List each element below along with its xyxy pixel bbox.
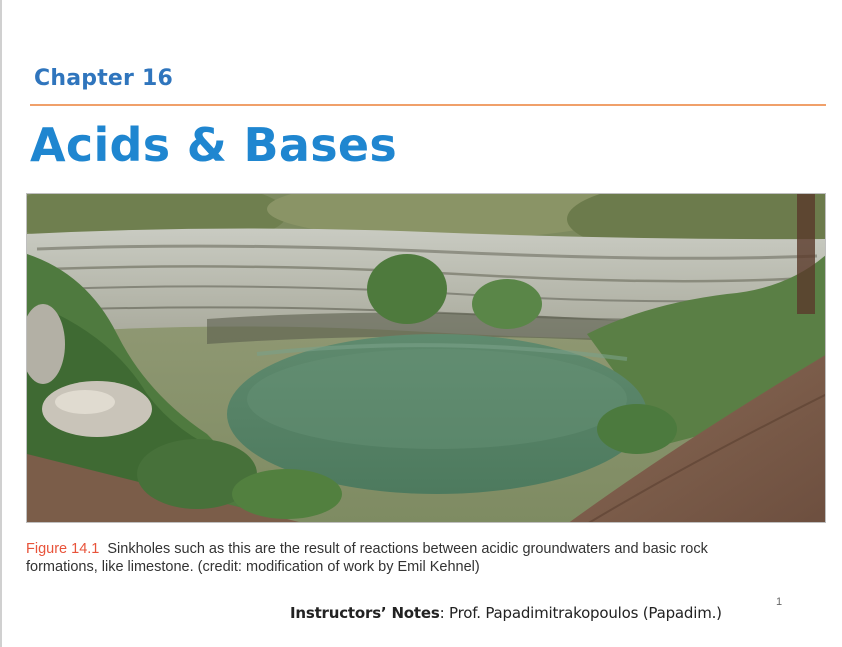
- sinkhole-photo: [26, 193, 826, 523]
- caption-line-2: formations, like limestone. (credit: mod…: [26, 559, 480, 575]
- page-number: 1: [776, 596, 783, 608]
- heading-divider: [30, 104, 826, 106]
- slide-title: Acids & Bases: [30, 118, 398, 172]
- figure-label: Figure 14.1: [26, 541, 100, 557]
- notes-label: Instructors’ Notes: [290, 604, 440, 622]
- notes-text: : Prof. Papadimitrakopoulos (Papadim.): [439, 604, 722, 622]
- figure-caption: Figure 14.1 Sinkholes such as this are th…: [26, 540, 816, 576]
- sinkhole-illustration: [27, 194, 825, 522]
- chapter-heading: Chapter 16: [34, 66, 173, 91]
- slide-edge: [0, 0, 2, 647]
- instructor-notes: Instructors’ Notes: Prof. Papadimitrakop…: [290, 604, 722, 622]
- caption-line-1: Sinkholes such as this are the result of…: [107, 541, 708, 557]
- slide: Chapter 16 Acids & Bases Figure 14.1 Sin…: [0, 0, 842, 647]
